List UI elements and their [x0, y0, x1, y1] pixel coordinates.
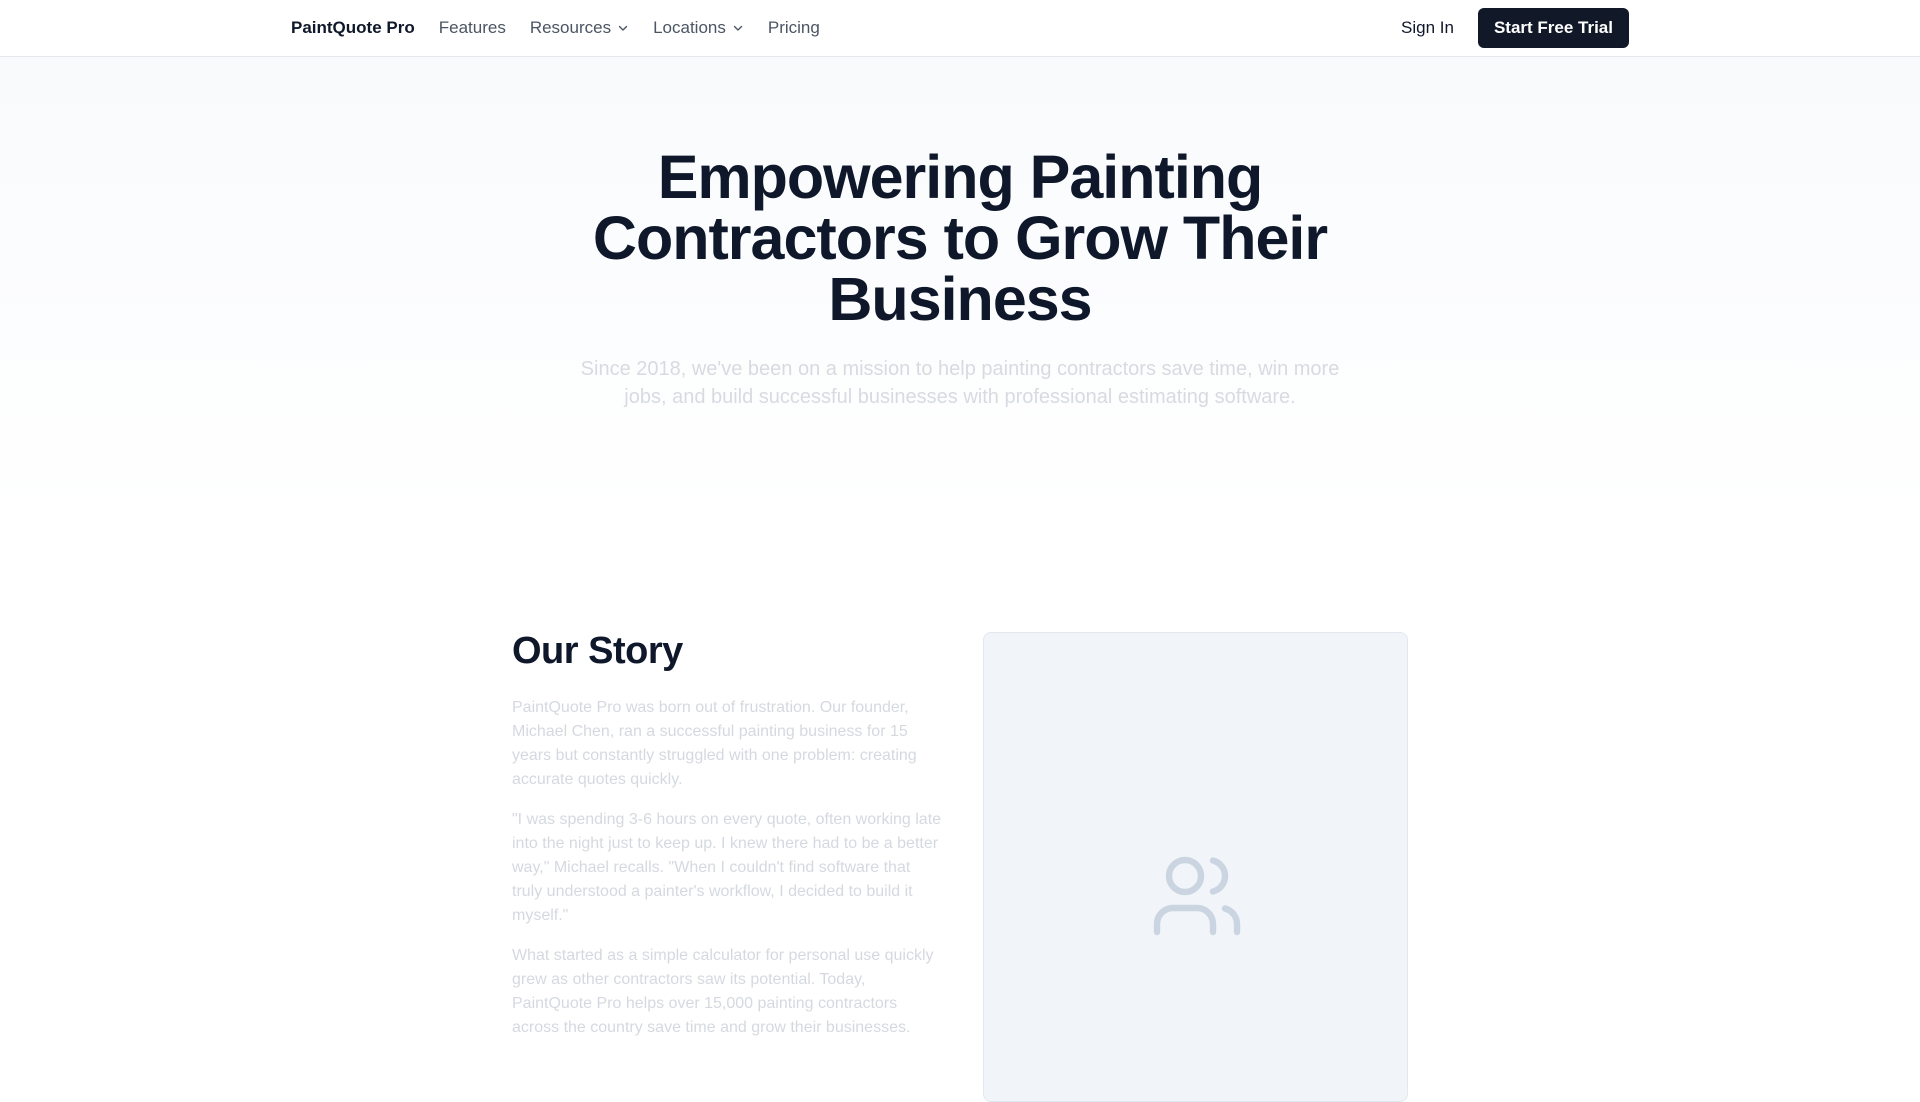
chevron-down-icon	[733, 25, 743, 31]
nav-link-resources[interactable]: Resources	[530, 18, 629, 38]
users-icon	[1153, 856, 1241, 936]
sign-in-link[interactable]: Sign In	[1401, 18, 1454, 38]
nav-link-pricing[interactable]: Pricing	[768, 18, 820, 38]
hero-section: Empowering Painting Contractors to Grow …	[0, 57, 1920, 517]
story-paragraph: "I was spending 3-6 hours on every quote…	[512, 811, 942, 924]
nav-link-label: Features	[438, 18, 506, 37]
nav-link-locations[interactable]: Locations	[653, 18, 744, 38]
brand-logo-text[interactable]: PaintQuote Pro	[291, 18, 415, 38]
top-navigation: PaintQuote Pro Features Resources Locati…	[0, 0, 1920, 57]
story-image-placeholder	[983, 632, 1408, 1102]
nav-link-label: Pricing	[767, 18, 820, 37]
story-paragraph: What started as a simple calculator for …	[512, 947, 934, 1036]
nav-container: PaintQuote Pro Features Resources Locati…	[291, 0, 1629, 56]
start-free-trial-button[interactable]: Start Free Trial	[1477, 8, 1629, 48]
chevron-down-icon	[618, 25, 628, 31]
nav-links: Features Resources Locations Pricing	[439, 18, 820, 38]
story-heading: Our Story	[512, 630, 683, 672]
hero-title: Empowering Painting Contractors to Grow …	[592, 143, 1328, 333]
hero-subtitle: Since 2018, we've been on a mission to h…	[580, 358, 1340, 408]
story-text: PaintQuote Pro was born out of frustrati…	[512, 696, 942, 1056]
nav-actions: Sign In Start Free Trial	[1401, 8, 1629, 48]
story-paragraph: PaintQuote Pro was born out of frustrati…	[512, 699, 917, 788]
nav-link-features[interactable]: Features	[439, 18, 506, 38]
nav-link-label: Resources	[529, 18, 612, 37]
nav-link-label: Locations	[653, 18, 726, 37]
